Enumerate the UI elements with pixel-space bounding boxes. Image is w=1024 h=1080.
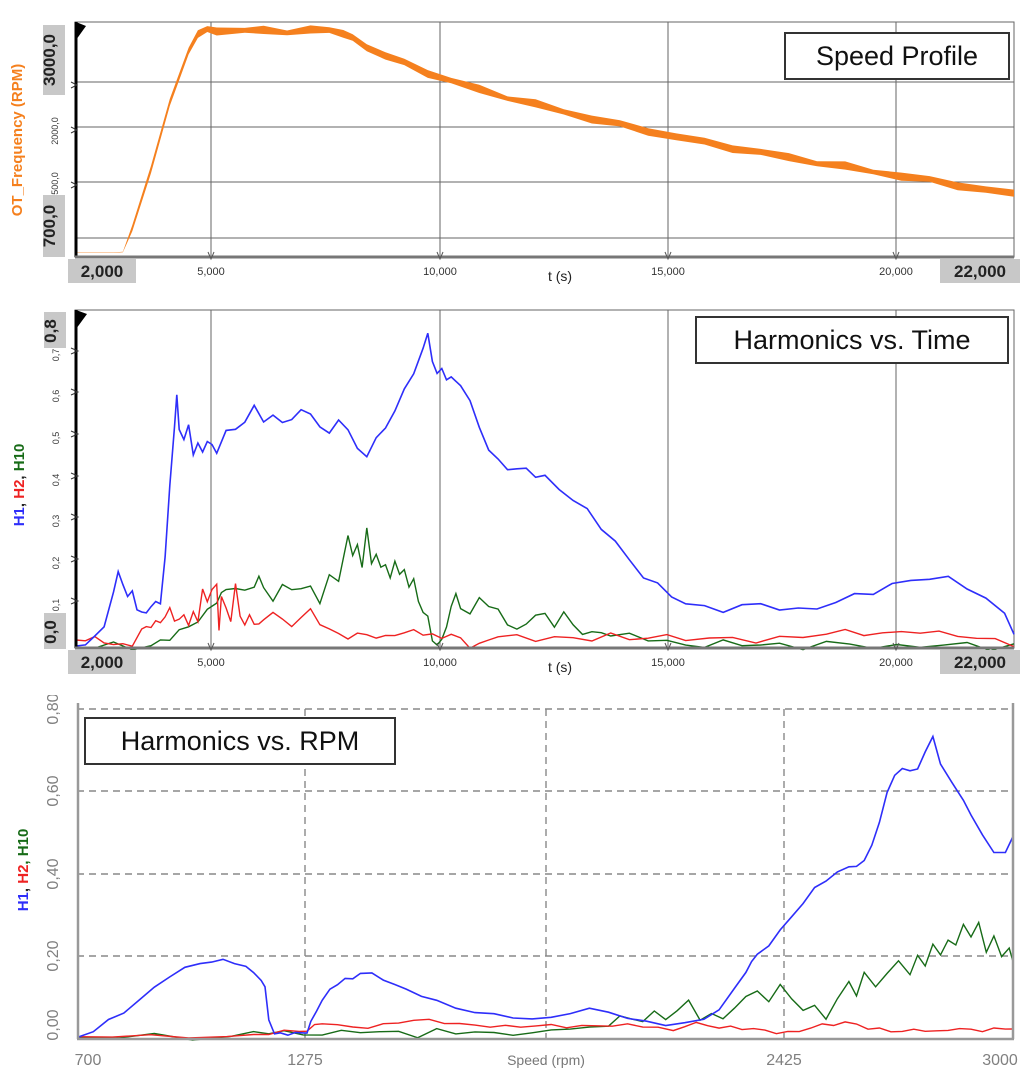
ylabel-h10: H10 [15, 829, 32, 857]
y-tick-labels: 0,80 0,60 0,40 0,20 0,00 [45, 695, 62, 1041]
y-tick-0-6: 0,6 [51, 390, 61, 403]
y-tick-0-8: 0,8 [41, 319, 60, 343]
x-tick-10000: 10,000 [423, 657, 457, 669]
svg-text:H1, H2, H10: H1, H2, H10 [11, 444, 28, 527]
x-tick-labels: 2,000 5,000 10,000 15,000 20,000 22,000 [68, 650, 1020, 674]
x-tick-2000: 2,000 [81, 262, 124, 281]
x-tick-22000: 22,000 [954, 262, 1006, 281]
harmonics-time-title-box: Harmonics vs. Time [695, 316, 1009, 364]
x-tick-labels: 2,000 5,000 10,000 15,000 20,000 22,000 [68, 259, 1020, 283]
x-tick-20000: 20,000 [879, 266, 913, 278]
x-tick-3000: 3000 [982, 1052, 1018, 1069]
x-tick-15000: 15,000 [651, 657, 685, 669]
y-axis-title: H1, H2, H10 [15, 829, 32, 912]
x-tick-15000: 15,000 [651, 266, 685, 278]
harmonics-time-panel: H1, H2, H10 0,8 0,7 0,6 0,5 0,4 0,3 0,2 … [0, 295, 1024, 695]
x-tick-22000: 22,000 [954, 653, 1006, 672]
harmonics-rpm-title: Harmonics vs. RPM [121, 726, 360, 756]
x-tick-5000: 5,000 [197, 657, 225, 669]
x-tick-2000: 2,000 [81, 653, 124, 672]
x-tick-700: 700 [75, 1052, 102, 1069]
ylabel-h10: H10 [11, 444, 28, 472]
speed-profile-chart: OT_Frequency (RPM) 3000,0 2000,0 1500,0 … [9, 21, 1020, 284]
harmonics-time-title: Harmonics vs. Time [733, 325, 970, 355]
speed-profile-title: Speed Profile [816, 41, 978, 71]
speed-profile-title-box: Speed Profile [784, 32, 1010, 80]
y-tick-0-1: 0,1 [51, 599, 61, 612]
y-tick-labels: 3000,0 2000,0 1500,0 700,0 [40, 25, 65, 257]
y-tick-0-7: 0,7 [51, 349, 61, 362]
y-axis-title: OT_Frequency (RPM) [9, 64, 26, 217]
y-tick-0-00: 0,00 [45, 1009, 62, 1040]
y-tick-3000: 3000,0 [40, 34, 59, 86]
x-axis-title: t (s) [548, 268, 572, 284]
ylabel-h2: H2 [15, 865, 32, 884]
y-tick-0-20: 0,20 [45, 940, 62, 971]
y-tick-0-60: 0,60 [45, 775, 62, 806]
ylabel-h2: H2 [11, 480, 28, 499]
y-tick-0-2: 0,2 [51, 557, 61, 570]
y-tick-700: 700,0 [40, 205, 59, 248]
x-tick-20000: 20,000 [879, 657, 913, 669]
harmonics-rpm-panel: H1, H2, H10 0,80 0,60 0,40 0,20 0,00 700… [0, 695, 1024, 1080]
x-tick-5000: 5,000 [197, 266, 225, 278]
svg-text:H1, H2, H10: H1, H2, H10 [15, 829, 32, 912]
y-tick-0-3: 0,3 [51, 515, 61, 528]
ylabel-h1: H1 [11, 507, 28, 526]
y-tick-0-0: 0,0 [41, 620, 60, 644]
y-axis-title: H1, H2, H10 [11, 444, 28, 527]
y-tick-labels: 0,8 0,7 0,6 0,5 0,4 0,3 0,2 0,1 0,0 [41, 312, 66, 649]
y-tick-0-4: 0,4 [51, 474, 61, 487]
y-tick-0-80: 0,80 [45, 695, 62, 725]
harmonics-rpm-chart: H1, H2, H10 0,80 0,60 0,40 0,20 0,00 700… [15, 695, 1018, 1069]
x-tick-10000: 10,000 [423, 266, 457, 278]
x-axis-title: t (s) [548, 659, 572, 675]
harmonics-time-chart: H1, H2, H10 0,8 0,7 0,6 0,5 0,4 0,3 0,2 … [11, 309, 1020, 675]
x-tick-1275: 1275 [287, 1052, 323, 1069]
y-tick-0-5: 0,5 [51, 432, 61, 445]
x-tick-2425: 2425 [766, 1052, 802, 1069]
speed-profile-panel: OT_Frequency (RPM) 3000,0 2000,0 1500,0 … [0, 0, 1024, 295]
x-axis-title: Speed (rpm) [507, 1052, 585, 1068]
y-tick-0-40: 0,40 [45, 858, 62, 889]
ylabel-h1: H1 [15, 892, 32, 911]
y-tick-2000: 2000,0 [50, 117, 60, 145]
harmonics-rpm-title-box: Harmonics vs. RPM [84, 717, 396, 765]
